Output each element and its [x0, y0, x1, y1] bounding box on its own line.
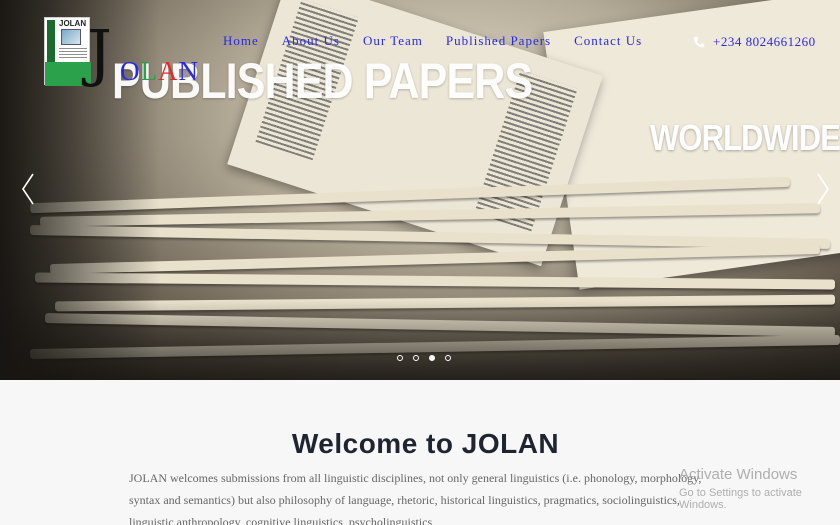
logo-letter: L — [140, 56, 158, 86]
chevron-left-icon[interactable] — [20, 172, 36, 206]
logo-image — [61, 29, 81, 45]
logo-letter: O — [120, 56, 141, 86]
carousel-indicators — [397, 355, 451, 361]
watermark-subtitle: Go to Settings to activate Windows. — [679, 487, 802, 511]
nav-contact-us[interactable]: Contact Us — [574, 33, 642, 49]
welcome-heading: Welcome to JOLAN — [291, 428, 560, 459]
nav-published-papers[interactable]: Published Papers — [446, 33, 551, 49]
chevron-right-icon[interactable] — [815, 172, 831, 206]
hero-subtitle: WORLDWIDE — [650, 117, 840, 158]
carousel-dot[interactable] — [397, 355, 403, 361]
phone-number[interactable]: +234 8024661260 — [713, 34, 816, 50]
site-logo[interactable]: JOLAN — [44, 17, 91, 86]
carousel-dot[interactable] — [445, 355, 451, 361]
nav-home[interactable]: Home — [223, 33, 259, 49]
logo-emblem — [47, 20, 55, 62]
logo-letter: A — [158, 56, 179, 86]
logo-small-wordmark: JOLAN — [59, 19, 87, 28]
welcome-text: JOLAN welcomes submissions from all ling… — [129, 471, 702, 525]
carousel-dot[interactable] — [413, 355, 419, 361]
hero-shadow — [0, 300, 840, 380]
phone-icon — [693, 36, 705, 48]
logo-big-letter: J — [87, 16, 112, 89]
nav-our-team[interactable]: Our Team — [363, 33, 423, 49]
logo-wordmark: OLAN — [120, 58, 199, 85]
logo-green-band — [45, 62, 91, 86]
watermark-title: Activate Windows — [679, 466, 798, 483]
logo-fine-print — [59, 48, 87, 58]
nav-about-us[interactable]: About Us — [282, 33, 340, 49]
carousel-dot-active[interactable] — [429, 355, 435, 361]
logo-letter: N — [178, 56, 199, 86]
phone-contact[interactable]: +234 8024661260 — [693, 34, 816, 50]
main-nav: Home About Us Our Team Published Papers … — [223, 33, 642, 49]
activate-windows-watermark: Activate Windows Go to Settings to activ… — [679, 466, 840, 511]
